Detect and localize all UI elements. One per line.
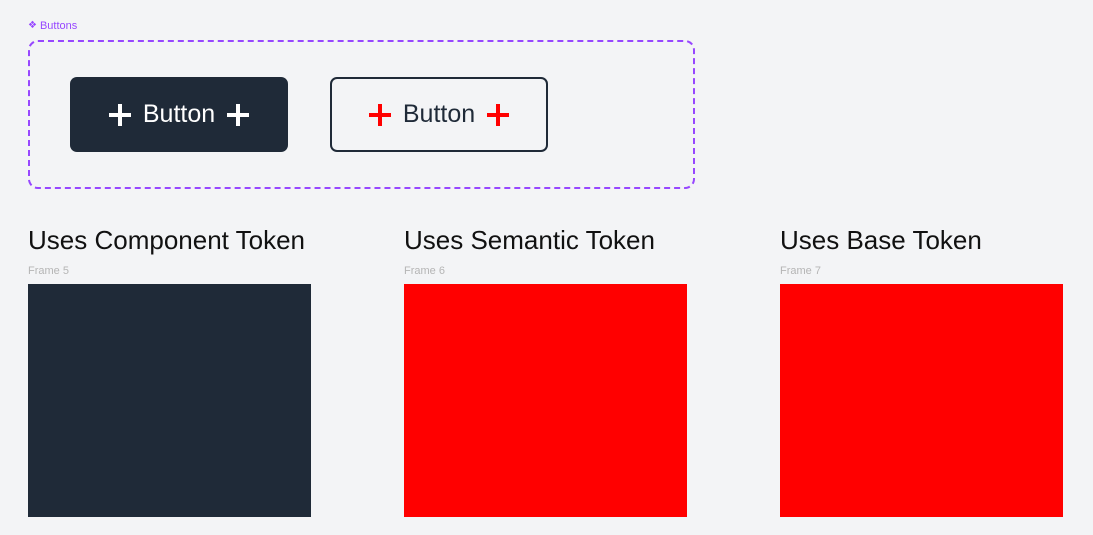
frame-component-token[interactable] [28, 284, 311, 517]
section-title-component-token: Uses Component Token [28, 225, 306, 255]
plus-icon [487, 103, 510, 126]
frame-label[interactable]: Frame 6 [404, 264, 445, 278]
component-diamond-icon: ❖ [28, 20, 37, 31]
secondary-button[interactable]: Button [330, 77, 548, 152]
design-canvas: ❖ Buttons Button Button Uses Component T… [0, 0, 1093, 535]
component-set-label[interactable]: ❖ Buttons [28, 19, 77, 33]
frame-label[interactable]: Frame 5 [28, 264, 69, 278]
section-title-semantic-token: Uses Semantic Token [404, 225, 655, 255]
plus-icon [108, 103, 131, 126]
frame-semantic-token[interactable] [404, 284, 687, 517]
frame-base-token[interactable] [780, 284, 1063, 517]
plus-icon [227, 103, 250, 126]
component-set-name: Buttons [39, 20, 78, 32]
frame-label[interactable]: Frame 7 [780, 264, 821, 278]
primary-button[interactable]: Button [70, 77, 288, 152]
plus-icon [368, 103, 391, 126]
section-title-base-token: Uses Base Token [780, 225, 982, 255]
primary-button-label: Button [142, 100, 216, 128]
secondary-button-label: Button [402, 100, 476, 128]
